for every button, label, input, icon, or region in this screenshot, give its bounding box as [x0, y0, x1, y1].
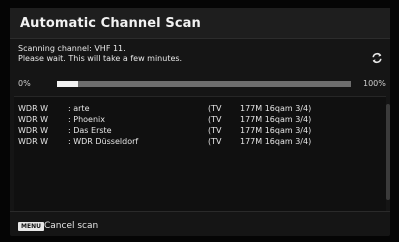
channel-info: 177M 16qam 3/4) — [240, 115, 312, 124]
channel-name: : arte — [68, 104, 90, 113]
found-channels-list: WDR W : arte (TV 177M 16qam 3/4) WDR W :… — [14, 96, 386, 211]
channel-type: (TV — [208, 104, 222, 113]
channel-name: : WDR Düsseldorf — [68, 137, 139, 146]
title-bar: Automatic Channel Scan — [10, 8, 390, 39]
channel-type: (TV — [208, 137, 222, 146]
tv-screen: Automatic Channel Scan Scanning channel:… — [0, 0, 399, 242]
wait-message: Please wait. This will take a few minute… — [18, 54, 183, 63]
channel-type: (TV — [208, 126, 222, 135]
channel-name: : Das Erste — [68, 126, 112, 135]
channel-source: WDR W — [18, 115, 49, 124]
channel-info: 177M 16qam 3/4) — [240, 104, 312, 113]
cancel-scan-hint[interactable]: Cancel scan — [44, 221, 98, 231]
channel-type: (TV — [208, 115, 222, 124]
scan-progress-bar — [57, 81, 351, 87]
channel-info: 177M 16qam 3/4) — [240, 137, 312, 146]
progress-max-label: 100% — [363, 79, 386, 88]
channel-source: WDR W — [18, 137, 49, 146]
menu-key-icon: MENU — [18, 222, 44, 231]
footer-divider — [10, 211, 390, 212]
channel-source: WDR W — [18, 126, 49, 135]
channel-scan-dialog: Automatic Channel Scan Scanning channel:… — [10, 8, 390, 236]
progress-min-label: 0% — [18, 79, 31, 88]
dialog-title: Automatic Channel Scan — [20, 16, 201, 31]
channel-name: : Phoenix — [68, 115, 105, 124]
channel-info: 177M 16qam 3/4) — [240, 126, 312, 135]
list-scrollbar[interactable] — [386, 104, 390, 200]
refresh-icon — [372, 52, 382, 64]
scan-progress-fill — [57, 81, 78, 87]
channel-source: WDR W — [18, 104, 49, 113]
scanning-status: Scanning channel: VHF 11. — [18, 44, 126, 53]
